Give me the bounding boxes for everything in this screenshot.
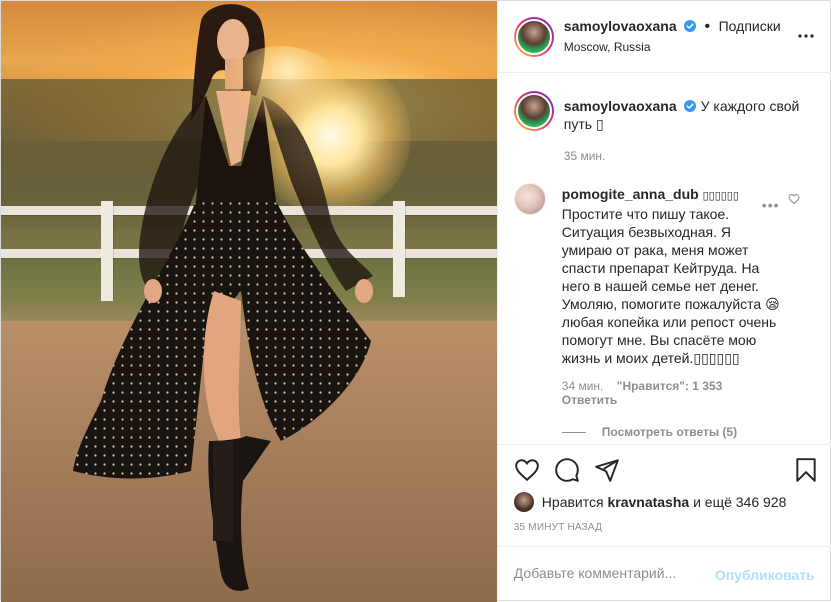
- caption-username[interactable]: samoylovaoxana: [564, 98, 677, 114]
- comment-meta: 34 мин. "Нравится": 1 353: [562, 379, 733, 393]
- more-options-icon[interactable]: [797, 27, 815, 45]
- view-replies-label: Посмотреть ответы (5): [601, 425, 738, 439]
- commenter-username[interactable]: pomogite_anna_dub: [562, 186, 699, 202]
- view-replies-button[interactable]: Посмотреть ответы (5): [561, 425, 738, 439]
- replies-line: [561, 431, 586, 433]
- likes-prefix: Нравится: [541, 494, 604, 510]
- action-bar: [497, 444, 831, 496]
- post-side-panel: samoylovaoxana • Подписки Moscow, Russia: [496, 1, 831, 602]
- comment-icon[interactable]: [554, 457, 580, 483]
- caption-author-avatar[interactable]: [513, 91, 554, 131]
- comment-more-button[interactable]: •••: [762, 197, 780, 213]
- share-icon[interactable]: [594, 457, 620, 483]
- bookmark-icon[interactable]: [793, 457, 819, 483]
- post-header: samoylovaoxana • Подписки Moscow, Russia: [497, 1, 831, 73]
- separator-dot: •: [704, 18, 711, 35]
- comment-input[interactable]: [513, 565, 714, 581]
- caption-text-block: samoylovaoxana У каждого свой путь ▯ 35 …: [564, 97, 814, 165]
- woman-figure: [73, 4, 373, 591]
- likes-count[interactable]: и ещё 346 928: [693, 494, 786, 510]
- verified-icon: [683, 100, 696, 112]
- comment-body: pomogite_anna_dub ▯▯▯▯▯▯ Простите что пи…: [562, 185, 784, 367]
- publish-button[interactable]: Опубликовать: [715, 567, 815, 583]
- commenter-username-suffix: ▯▯▯▯▯▯: [702, 190, 739, 202]
- likes-summary: Нравится kravnatasha и ещё 346 928: [513, 492, 786, 512]
- comment-time[interactable]: 34 мин.: [562, 379, 604, 393]
- comment-text: Простите что пишу такое. Ситуация безвых…: [561, 206, 780, 366]
- caption-time[interactable]: 35 мин.: [564, 147, 814, 165]
- author-avatar[interactable]: [513, 17, 554, 57]
- reply-button[interactable]: Ответить: [562, 393, 617, 407]
- author-username[interactable]: samoylovaoxana: [564, 18, 677, 34]
- verified-icon: [684, 20, 697, 32]
- post-location[interactable]: Moscow, Russia: [564, 40, 781, 54]
- post-date[interactable]: 35 МИНУТ НАЗАД: [514, 522, 602, 533]
- liker-username[interactable]: kravnatasha: [607, 494, 689, 510]
- add-comment-bar: Опубликовать: [497, 546, 831, 602]
- header-text: samoylovaoxana • Подписки Moscow, Russia: [564, 18, 781, 54]
- comment-likes[interactable]: "Нравится": 1 353: [617, 379, 723, 393]
- heart-icon[interactable]: [788, 193, 800, 205]
- commenter-avatar[interactable]: [513, 183, 546, 215]
- instagram-post: samoylovaoxana • Подписки Moscow, Russia: [0, 0, 831, 602]
- post-photo[interactable]: [1, 1, 497, 602]
- heart-icon[interactable]: [514, 457, 540, 483]
- liker-avatar[interactable]: [513, 492, 534, 512]
- following-button[interactable]: Подписки: [719, 18, 781, 34]
